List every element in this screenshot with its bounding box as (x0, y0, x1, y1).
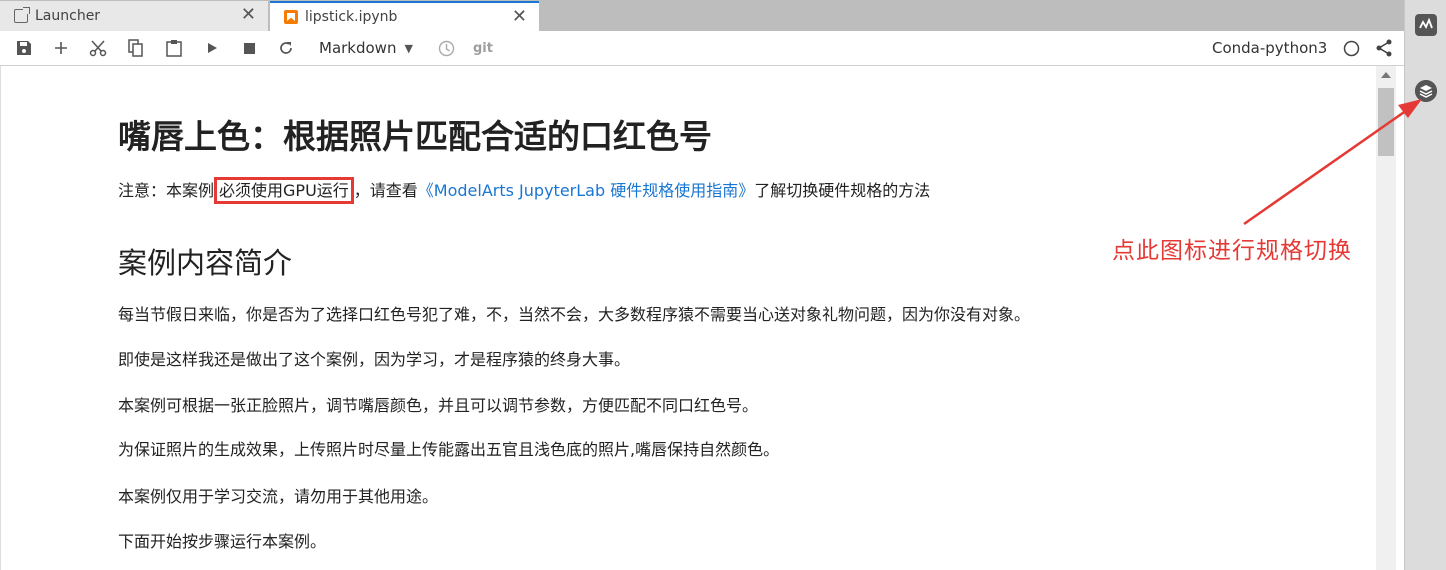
monitor-icon (1417, 16, 1435, 34)
run-button[interactable] (200, 31, 224, 65)
cell-type-select[interactable]: Markdown ▼ (319, 31, 413, 65)
annotation-label: 点此图标进行规格切换 (1112, 238, 1352, 264)
close-icon[interactable]: ✕ (241, 5, 256, 25)
notebook-icon (284, 10, 298, 24)
paragraph: 即使是这样我还是做出了这个案例，因为学习，才是程序猿的终身大事。 (118, 350, 631, 369)
right-sidebar (1404, 0, 1446, 570)
tab-lipstick-notebook[interactable]: lipstick.ipynb ✕ (270, 1, 539, 31)
copy-icon (128, 39, 143, 57)
tab-bar: Launcher ✕ lipstick.ipynb ✕ (0, 0, 1404, 31)
scroll-thumb[interactable] (1378, 88, 1394, 156)
hardware-spec-button[interactable] (1415, 80, 1437, 102)
clock-icon (438, 40, 454, 56)
cut-button[interactable] (86, 31, 110, 65)
git-button[interactable]: git (473, 31, 493, 65)
save-button[interactable] (12, 31, 36, 65)
note-middle: ，请查看 (353, 181, 418, 200)
scissors-icon (89, 40, 107, 57)
cell-type-value: Markdown (319, 39, 397, 57)
resource-monitor-button[interactable] (1415, 14, 1437, 36)
stop-icon (243, 42, 255, 54)
history-button[interactable] (435, 31, 457, 65)
plus-icon (55, 42, 67, 54)
vertical-scrollbar[interactable] (1376, 66, 1396, 570)
section-title: 案例内容简介 (118, 246, 293, 280)
notebook-toolbar: Markdown ▼ git Conda-python3 (0, 31, 1404, 66)
kernel-status (1340, 31, 1362, 65)
restart-button[interactable] (274, 31, 298, 65)
notebook-content[interactable]: 嘴唇上色：根据照片匹配合适的口红色号 注意：本案例 必须使用GPU运行 ，请查看《M… (0, 66, 1376, 570)
hardware-guide-link[interactable]: 《ModelArts JupyterLab 硬件规格使用指南》 (418, 181, 754, 200)
copy-button[interactable] (124, 31, 148, 65)
circle-icon (1343, 40, 1359, 56)
note-paragraph: 注意：本案例 必须使用GPU运行 ，请查看《ModelArts JupyterLab… (118, 177, 931, 204)
page-title: 嘴唇上色：根据照片匹配合适的口红色号 (118, 117, 712, 156)
note-prefix: 注意：本案例 (118, 181, 215, 200)
chevron-down-icon: ▼ (404, 41, 413, 55)
scroll-up-arrow-icon[interactable] (1381, 72, 1391, 78)
paragraph: 每当节假日来临，你是否为了选择口红色号犯了难，不，当然不会，大多数程序猿不需要当… (118, 305, 1031, 324)
layers-icon (1415, 80, 1437, 102)
interrupt-button[interactable] (237, 31, 261, 65)
launcher-icon (14, 7, 30, 23)
save-icon (17, 41, 31, 55)
tab-launcher[interactable]: Launcher ✕ (0, 1, 268, 31)
paragraph: 本案例仅用于学习交流，请勿用于其他用途。 (118, 487, 439, 506)
paragraph: 本案例可根据一张正脸照片，调节嘴唇颜色，并且可以调节参数，方便匹配不同口红色号。 (118, 396, 759, 415)
refresh-icon (280, 42, 292, 54)
gpu-requirement-highlight: 必须使用GPU运行 (214, 177, 354, 204)
close-icon[interactable]: ✕ (512, 7, 527, 27)
paragraph: 下面开始按步骤运行本案例。 (118, 532, 327, 551)
clipboard-icon (166, 40, 182, 57)
tab-label: lipstick.ipynb (305, 9, 398, 25)
note-suffix: 了解切换硬件规格的方法 (754, 181, 931, 200)
add-cell-button[interactable] (49, 31, 73, 65)
tab-label: Launcher (35, 8, 101, 24)
paragraph: 为保证照片的生成效果，上传照片时尽量上传能露出五官且浅色底的照片,嘴唇保持自然颜… (118, 440, 780, 459)
play-icon (208, 43, 217, 53)
kernel-name[interactable]: Conda-python3 (1212, 31, 1327, 65)
share-icon (1376, 39, 1392, 57)
paste-button[interactable] (162, 31, 186, 65)
share-button[interactable] (1373, 31, 1395, 65)
